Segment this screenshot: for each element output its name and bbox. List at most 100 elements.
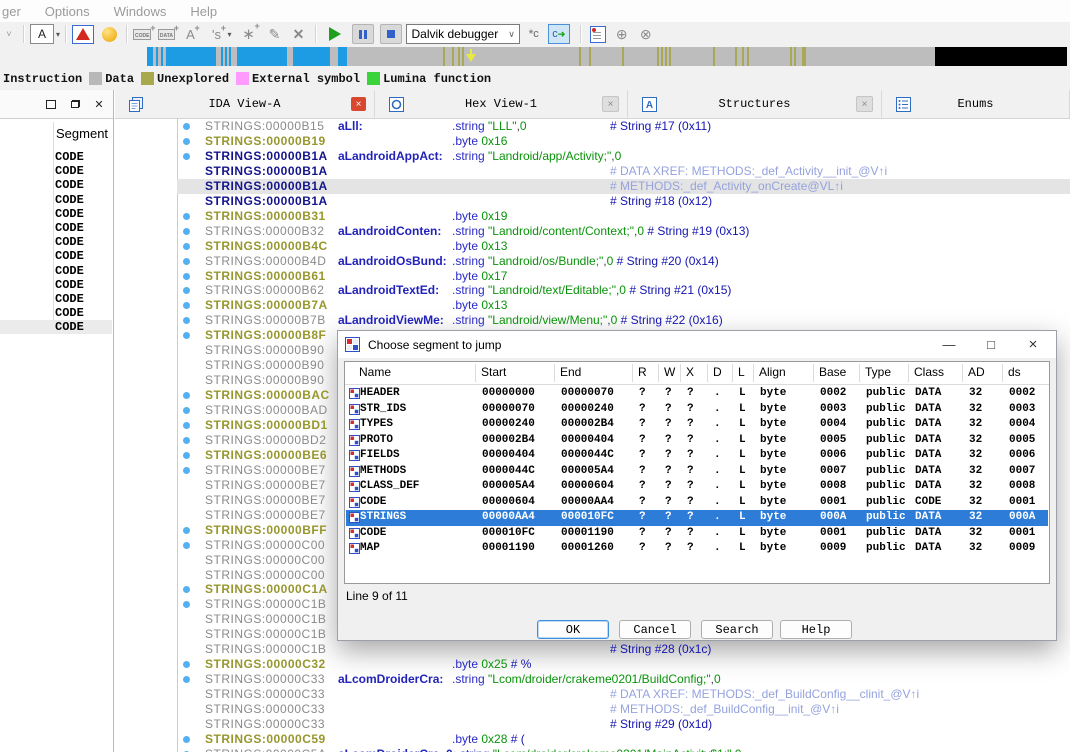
- disasm-line[interactable]: STRINGS:00000BD1: [177, 418, 1070, 433]
- disasm-line[interactable]: STRINGS:00000BE7: [177, 463, 1070, 478]
- add-breakpoint-button[interactable]: ⊕: [613, 24, 631, 44]
- segment-list-item[interactable]: CODE: [0, 150, 112, 164]
- panel-float-icon[interactable]: [69, 98, 81, 110]
- navigation-band[interactable]: [147, 47, 1067, 66]
- disasm-line[interactable]: STRINGS:00000C1A: [177, 582, 1070, 597]
- segment-list-item[interactable]: CODE: [0, 164, 112, 178]
- segment-list-item[interactable]: CODE: [0, 221, 112, 235]
- tab-hex-view-1[interactable]: Hex View-1×: [375, 90, 628, 118]
- delete-function-button[interactable]: ✕: [289, 24, 307, 44]
- disasm-line[interactable]: STRINGS:00000C00: [177, 568, 1070, 583]
- disasm-line[interactable]: STRINGS:00000C1B: [177, 612, 1070, 627]
- tab-enums[interactable]: Enums: [882, 90, 1070, 118]
- disasm-line[interactable]: STRINGS:00000B61.byte 0x17: [177, 269, 1070, 284]
- disasm-token: 0: [520, 119, 527, 133]
- edit-function-button[interactable]: ✎: [265, 24, 283, 44]
- segment-list-item[interactable]: CODE: [0, 207, 112, 221]
- menu-item-windows[interactable]: Windows: [114, 4, 167, 19]
- disasm-line[interactable]: STRINGS:00000B15aLll:.string "LLL",0# St…: [177, 119, 1070, 134]
- segment-list-item[interactable]: CODE: [0, 193, 112, 207]
- segment-list-item[interactable]: CODE: [0, 264, 112, 278]
- chevron-down-icon[interactable]: ▾: [227, 30, 231, 39]
- segment-list-item[interactable]: CODE: [0, 320, 112, 334]
- disasm-line[interactable]: STRINGS:00000BE7: [177, 478, 1070, 493]
- tab-label: Hex View-1: [375, 97, 627, 111]
- disasm-line[interactable]: STRINGS:00000C1B# String #28 (0x1c): [177, 642, 1070, 657]
- make-string-button[interactable]: 's+: [207, 24, 225, 44]
- menu-item-help[interactable]: Help: [190, 4, 217, 19]
- debugger-start-button[interactable]: [326, 24, 344, 44]
- debugger-selector-dropdown[interactable]: Dalvik debugger ∨: [406, 24, 519, 44]
- segment-column-header[interactable]: Segment: [56, 126, 108, 141]
- problems-list-button[interactable]: [72, 24, 94, 44]
- segment-list-item[interactable]: CODE: [0, 178, 112, 192]
- nav-mark-dot-icon: [183, 392, 190, 399]
- disasm-line[interactable]: STRINGS:00000C33aLcomDroiderCra:.string …: [177, 672, 1070, 687]
- debugger-pause-button[interactable]: [352, 24, 374, 44]
- disasm-line[interactable]: STRINGS:00000BAC: [177, 388, 1070, 403]
- segment-list-item[interactable]: CODE: [0, 249, 112, 263]
- disasm-line[interactable]: STRINGS:00000C33# METHODS:_def_BuildConf…: [177, 702, 1070, 717]
- disasm-line[interactable]: STRINGS:00000BE6: [177, 448, 1070, 463]
- disasm-line[interactable]: STRINGS:00000B90: [177, 373, 1070, 388]
- breakpoint-list-button[interactable]: [589, 24, 607, 44]
- disasm-line[interactable]: STRINGS:00000BE7: [177, 508, 1070, 523]
- tab-ida-view-a[interactable]: IDA View-A×: [115, 90, 375, 118]
- disasm-line[interactable]: STRINGS:00000C5AaLcomDroiderCra_0:.strin…: [177, 747, 1070, 752]
- tab-close-icon[interactable]: ×: [602, 96, 619, 112]
- create-function-button[interactable]: ∗+: [239, 24, 257, 44]
- disasm-line[interactable]: STRINGS:00000B31.byte 0x19: [177, 209, 1070, 224]
- disasm-token: .string: [452, 224, 488, 238]
- continue-process-button[interactable]: c➜: [548, 24, 570, 44]
- panel-close-icon[interactable]: ✕: [93, 98, 105, 110]
- segment-list-item[interactable]: CODE: [0, 235, 112, 249]
- disasm-address: STRINGS:00000B8F: [205, 328, 326, 343]
- tab-close-icon[interactable]: ×: [351, 97, 366, 111]
- attach-process-button[interactable]: *c: [524, 25, 544, 43]
- font-selector-button[interactable]: A ▾: [30, 24, 60, 44]
- make-code-button[interactable]: CODE+: [133, 24, 151, 44]
- disasm-line[interactable]: STRINGS:00000C59.byte 0x28 # (: [177, 732, 1070, 747]
- disasm-line[interactable]: STRINGS:00000B1AaLandroidAppAct:.string …: [177, 149, 1070, 164]
- tab-close-icon[interactable]: ×: [856, 96, 873, 112]
- delete-breakpoint-button[interactable]: ⊗: [637, 24, 655, 44]
- menu-item-ger[interactable]: ger: [2, 4, 21, 19]
- make-data-button[interactable]: DATA+: [157, 24, 175, 44]
- disasm-line[interactable]: STRINGS:00000B19.byte 0x16: [177, 134, 1070, 149]
- disasm-line[interactable]: STRINGS:00000B62aLandroidTextEd:.string …: [177, 283, 1070, 298]
- disasm-line[interactable]: STRINGS:00000BE7: [177, 493, 1070, 508]
- chevron-left-icon[interactable]: ˅: [0, 24, 18, 44]
- waiting-indicator-button[interactable]: [100, 24, 118, 44]
- disasm-line[interactable]: STRINGS:00000B4DaLandroidOsBund:.string …: [177, 254, 1070, 269]
- tab-structures[interactable]: AStructures×: [628, 90, 882, 118]
- disasm-line[interactable]: STRINGS:00000C33# String #29 (0x1d): [177, 717, 1070, 732]
- disasm-label: aLcomDroiderCra_0:: [338, 747, 457, 752]
- nav-mark-dot-icon: [183, 736, 190, 743]
- disasm-line[interactable]: STRINGS:00000BFF: [177, 523, 1070, 538]
- disasm-line[interactable]: STRINGS:00000C1B: [177, 597, 1070, 612]
- disasm-line[interactable]: STRINGS:00000C32.byte 0x25 # %: [177, 657, 1070, 672]
- make-name-button[interactable]: A+: [181, 24, 199, 44]
- disasm-line[interactable]: STRINGS:00000B8F: [177, 328, 1070, 343]
- segment-list-item[interactable]: CODE: [0, 292, 112, 306]
- disasm-line[interactable]: STRINGS:00000B1A# METHODS:_def_Activity_…: [177, 179, 1070, 194]
- disasm-line[interactable]: STRINGS:00000B90: [177, 358, 1070, 373]
- disasm-line[interactable]: STRINGS:00000B4C.byte 0x13: [177, 239, 1070, 254]
- disasm-line[interactable]: STRINGS:00000C00: [177, 538, 1070, 553]
- disasm-line[interactable]: STRINGS:00000C1B: [177, 627, 1070, 642]
- disasm-line[interactable]: STRINGS:00000B1A# String #18 (0x12): [177, 194, 1070, 209]
- segment-list-item[interactable]: CODE: [0, 278, 112, 292]
- disasm-line[interactable]: STRINGS:00000B1A# DATA XREF: METHODS:_de…: [177, 164, 1070, 179]
- disasm-line[interactable]: STRINGS:00000B90: [177, 343, 1070, 358]
- segment-list-item[interactable]: CODE: [0, 306, 112, 320]
- panel-maximize-icon[interactable]: [45, 98, 57, 110]
- disasm-line[interactable]: STRINGS:00000B7A.byte 0x13: [177, 298, 1070, 313]
- disasm-line[interactable]: STRINGS:00000C00: [177, 553, 1070, 568]
- disasm-line[interactable]: STRINGS:00000B7BaLandroidViewMe:.string …: [177, 313, 1070, 328]
- disasm-line[interactable]: STRINGS:00000B32aLandroidConten:.string …: [177, 224, 1070, 239]
- debugger-stop-button[interactable]: [380, 24, 402, 44]
- menu-item-options[interactable]: Options: [45, 4, 90, 19]
- disasm-line[interactable]: STRINGS:00000BD2: [177, 433, 1070, 448]
- disasm-line[interactable]: STRINGS:00000C33# DATA XREF: METHODS:_de…: [177, 687, 1070, 702]
- disasm-line[interactable]: STRINGS:00000BAD: [177, 403, 1070, 418]
